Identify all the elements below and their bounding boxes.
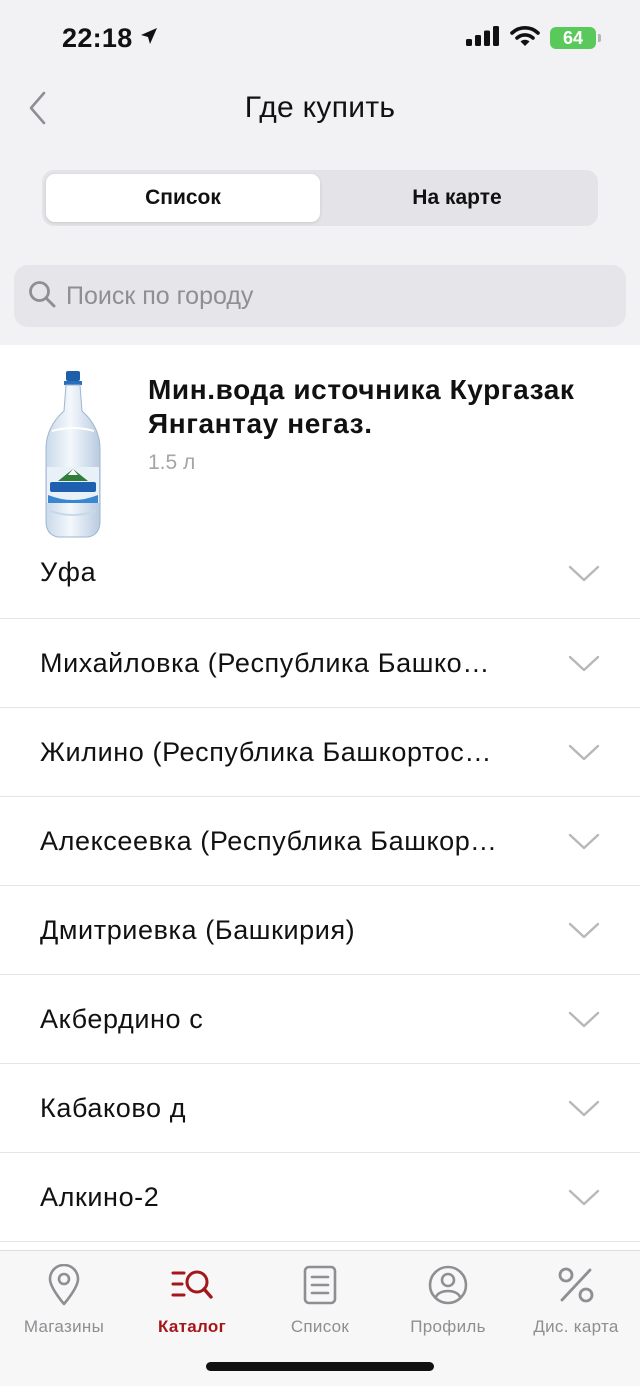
city-row-zhilino[interactable]: Жилино (Республика Башкортостан) xyxy=(0,708,640,797)
navigation-bar: Где купить xyxy=(0,76,640,140)
list-document-icon xyxy=(298,1263,342,1307)
tab-stores[interactable]: Магазины xyxy=(0,1251,128,1386)
city-name: Жилино (Республика Башкортостан) xyxy=(40,736,502,767)
percent-icon xyxy=(554,1263,598,1307)
city-name: Кабаково д xyxy=(40,1092,187,1123)
chevron-down-icon xyxy=(568,1100,600,1117)
chevron-down-icon xyxy=(568,1011,600,1028)
city-search-bar[interactable] xyxy=(14,265,626,327)
product-image xyxy=(42,371,104,539)
page-title: Где купить xyxy=(244,91,396,124)
city-name: Акбердино с xyxy=(40,1003,204,1034)
city-row-ufa[interactable]: Уфа xyxy=(0,537,640,619)
city-name: Дмитриевка (Башкирия) xyxy=(40,914,356,945)
segment-map[interactable]: На карте xyxy=(320,174,594,222)
product-name: Мин.вода источника Кургазак Янгантау нег… xyxy=(148,374,575,439)
city-name: Алкино-2 xyxy=(40,1181,160,1212)
catalog-search-icon xyxy=(170,1263,214,1307)
chevron-down-icon xyxy=(568,744,600,761)
map-pin-icon xyxy=(42,1263,86,1307)
product-card: Мин.вода источника Кургазак Янгантау нег… xyxy=(0,345,640,539)
cellular-signal-icon xyxy=(466,25,500,51)
chevron-down-icon xyxy=(568,1189,600,1206)
status-bar: 22:18 64 xyxy=(0,0,640,76)
battery-icon: 64 xyxy=(550,27,601,49)
location-arrow-icon xyxy=(139,26,159,51)
city-list: Уфа Михайловка (Республика Башкортостан)… xyxy=(0,537,640,1242)
status-time: 22:18 xyxy=(62,22,133,53)
chevron-left-icon xyxy=(29,91,46,125)
city-row-alkino-2[interactable]: Алкино-2 xyxy=(0,1153,640,1242)
segment-list[interactable]: Список xyxy=(46,174,320,222)
city-row-akberdino[interactable]: Акбердино с xyxy=(0,975,640,1064)
city-name: Уфа xyxy=(40,557,97,587)
city-row-kabakovo[interactable]: Кабаково д xyxy=(0,1064,640,1153)
chevron-down-icon xyxy=(568,833,600,850)
profile-icon xyxy=(426,1263,470,1307)
tab-label: Каталог xyxy=(158,1317,226,1336)
chevron-down-icon xyxy=(568,922,600,939)
search-icon xyxy=(28,280,56,313)
tab-label: Дис. карта xyxy=(533,1317,619,1336)
chevron-down-icon xyxy=(568,655,600,672)
city-name: Алексеевка (Республика Башкортостан) xyxy=(40,825,502,856)
city-search-input[interactable] xyxy=(66,281,586,311)
tab-label: Магазины xyxy=(23,1317,105,1336)
product-volume: 1.5 л xyxy=(148,451,196,474)
content-area: Мин.вода источника Кургазак Янгантау нег… xyxy=(0,345,640,1250)
chevron-down-icon xyxy=(568,565,600,581)
view-segmented-control: Список На карте xyxy=(42,170,598,226)
battery-level: 64 xyxy=(562,27,584,48)
city-row-dmitrievka[interactable]: Дмитриевка (Башкирия) xyxy=(0,886,640,975)
city-name: Михайловка (Республика Башкортостан) xyxy=(40,647,502,678)
back-button[interactable] xyxy=(22,88,52,128)
tab-label: Список xyxy=(290,1317,350,1336)
tab-label: Профиль xyxy=(410,1317,486,1336)
city-row-mikhailovka[interactable]: Михайловка (Республика Башкортостан) xyxy=(0,619,640,708)
city-row-alekseevka[interactable]: Алексеевка (Республика Башкортостан) xyxy=(0,797,640,886)
home-indicator xyxy=(206,1362,434,1371)
tab-discount-card[interactable]: Дис. карта xyxy=(512,1251,640,1386)
wifi-icon xyxy=(510,25,540,52)
